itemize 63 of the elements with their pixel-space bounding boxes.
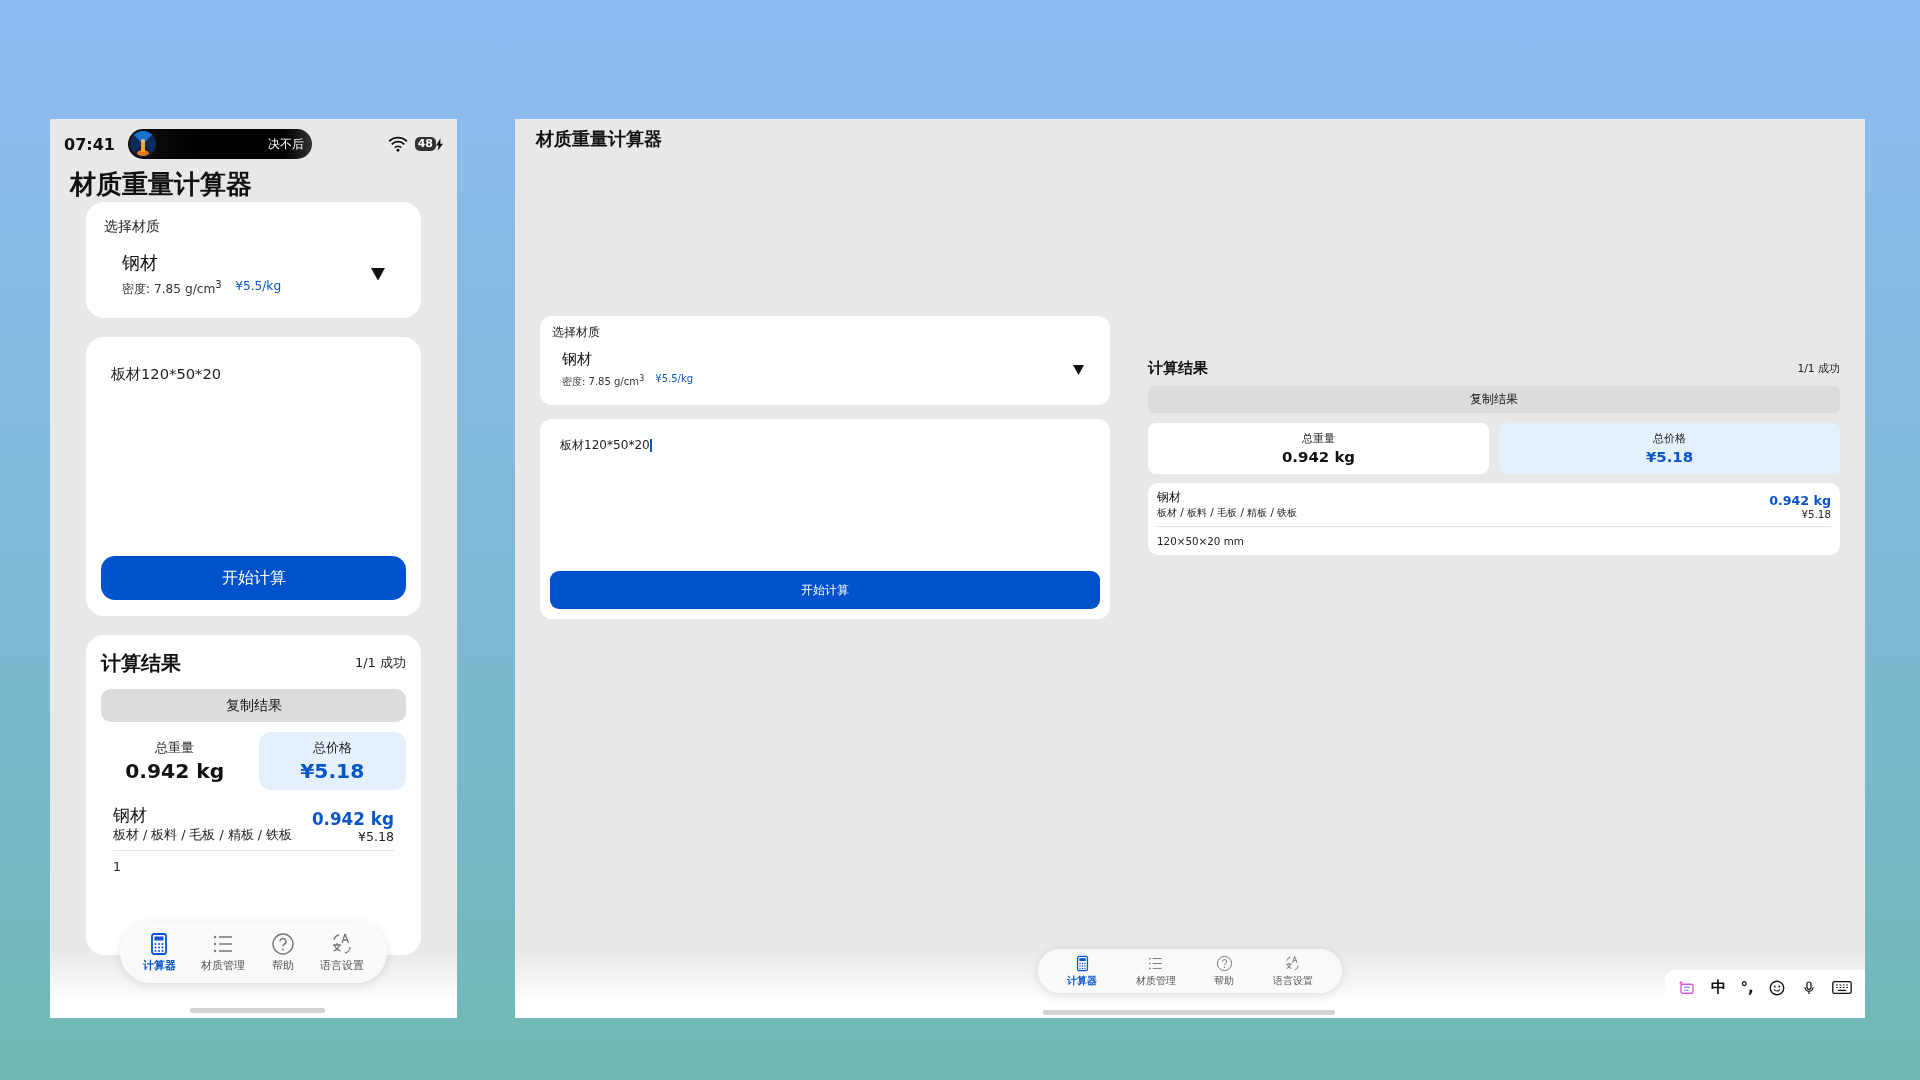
- nav-tab[interactable]: 语言设置: [1272, 954, 1313, 988]
- stat-label: 总价格: [312, 739, 352, 758]
- field-label: 选择材质: [552, 325, 601, 340]
- calculate-button[interactable]: 开始计算: [101, 556, 406, 601]
- battery-level: 48: [414, 137, 436, 151]
- alias-list: 板材 / 板料 / 毛板 / 精板 / 铁板: [113, 827, 292, 845]
- results-title: 计算结果: [1148, 359, 1208, 378]
- results-summary: 1/1 成功: [354, 654, 406, 673]
- dimensions-text: 1: [113, 858, 122, 877]
- field-label: 选择材质: [104, 218, 161, 236]
- nav-tab[interactable]: 帮助: [1214, 954, 1235, 988]
- input-field[interactable]: 板材120*50*20: [550, 429, 1100, 486]
- stat-value: ¥5.18: [300, 759, 365, 784]
- density-text: 密度: 7.85 g/cm$^{3}$: [562, 373, 645, 390]
- keyboard-icon[interactable]: [1831, 980, 1852, 995]
- live-activity-text: 决不后: [268, 135, 304, 153]
- material-dropdown[interactable]: 钢材 密度: 7.85 g/cm$^{3}$ ¥5.5/kg: [552, 340, 1098, 390]
- stat-value: 0.942 kg: [125, 759, 225, 784]
- alias-list: 板材 / 板料 / 毛板 / 精板 / 铁板: [1157, 506, 1298, 520]
- calculate-button[interactable]: 开始计算: [550, 571, 1100, 610]
- stat-label: 总重量: [155, 739, 195, 758]
- wifi-icon: [386, 136, 409, 152]
- item-weight: 0.942 kg: [1769, 493, 1831, 508]
- punctuation-key[interactable]: °,: [1740, 978, 1754, 997]
- copy-results-button[interactable]: 复制结果: [1148, 386, 1840, 413]
- nav-tab[interactable]: 计算器: [142, 932, 176, 973]
- item-price: ¥5.18: [356, 829, 394, 845]
- material-name: 钢材: [122, 251, 159, 275]
- nav-tab[interactable]: 材质管理: [201, 932, 246, 973]
- app-title: 材质重量计算器: [68, 168, 253, 201]
- language-key[interactable]: 中: [1710, 978, 1726, 997]
- nav-tab[interactable]: 语言设置: [320, 932, 365, 973]
- help-icon: [270, 932, 295, 956]
- results-summary: 1/1 成功: [1797, 361, 1840, 376]
- dropdown-arrow-icon: [1073, 364, 1084, 375]
- results-title: 计算结果: [101, 650, 181, 678]
- dropdown-arrow-icon: [371, 267, 385, 281]
- emoji-icon[interactable]: [1768, 978, 1787, 997]
- translate-icon: [1284, 954, 1302, 972]
- stat-label: 总价格: [1653, 431, 1686, 446]
- item-weight: 0.942 kg: [311, 809, 394, 830]
- nav-tab[interactable]: 材质管理: [1135, 954, 1176, 988]
- sparkle-note-icon[interactable]: [1678, 978, 1697, 997]
- material-name: 钢材: [562, 350, 593, 369]
- help-icon: [1215, 954, 1233, 972]
- stat-label: 总重量: [1302, 431, 1335, 446]
- status-time: 07:41: [64, 134, 116, 154]
- nav-tab[interactable]: 计算器: [1067, 954, 1098, 988]
- dimensions-text: 120×50×20 mm: [1157, 534, 1245, 549]
- stat-value: ¥5.18: [1645, 447, 1694, 466]
- unit-price: ¥5.5/kg: [235, 279, 282, 295]
- nav-tab[interactable]: 帮助: [270, 932, 295, 973]
- app-title: 材质重量计算器: [534, 127, 663, 151]
- material-name: 钢材: [113, 804, 148, 828]
- material-dropdown[interactable]: 钢材 密度: 7.85 g/cm$^{3}$ ¥5.5/kg: [104, 236, 403, 299]
- input-field[interactable]: 板材120*50*20: [101, 357, 406, 414]
- material-name: 钢材: [1157, 489, 1182, 506]
- density-text: 密度: 7.85 g/cm$^{3}$: [122, 279, 222, 299]
- stat-value: 0.942 kg: [1281, 447, 1356, 466]
- item-price: ¥5.18: [1800, 508, 1831, 520]
- unit-price: ¥5.5/kg: [655, 373, 694, 386]
- copy-results-button[interactable]: 复制结果: [101, 689, 406, 723]
- microphone-icon[interactable]: [1801, 978, 1817, 997]
